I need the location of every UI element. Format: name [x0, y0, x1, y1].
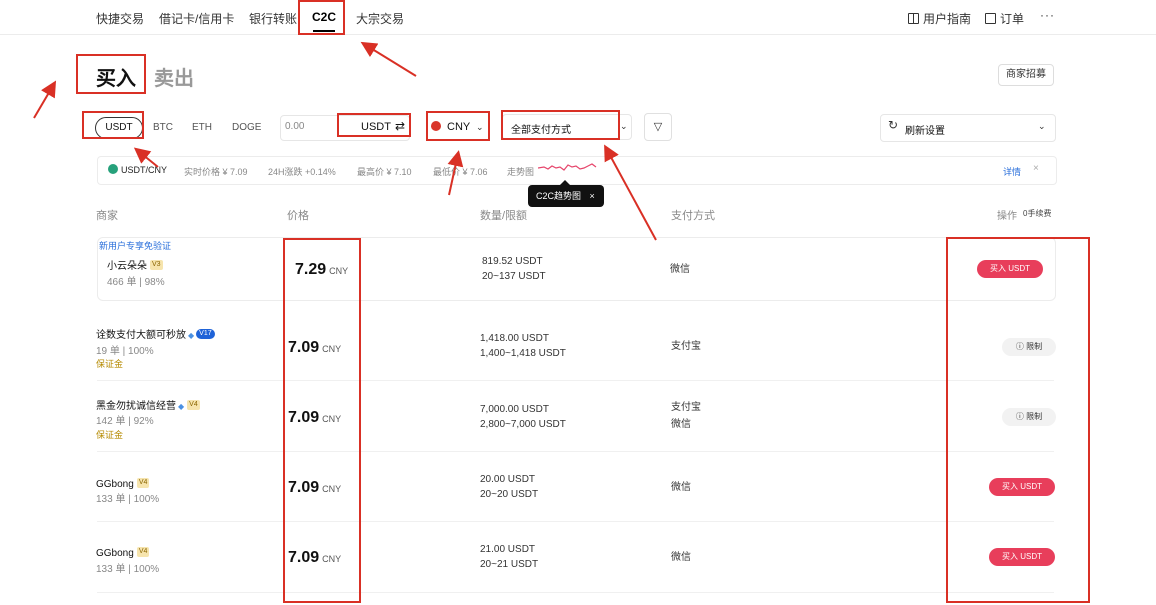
arrow-to-currency — [447, 150, 464, 196]
arrow-to-payment — [604, 144, 657, 241]
arrow-to-usdt — [133, 147, 159, 168]
arrow-to-c2c — [360, 41, 417, 77]
arrow-to-buy — [33, 80, 57, 119]
annotation-arrows — [33, 41, 657, 241]
